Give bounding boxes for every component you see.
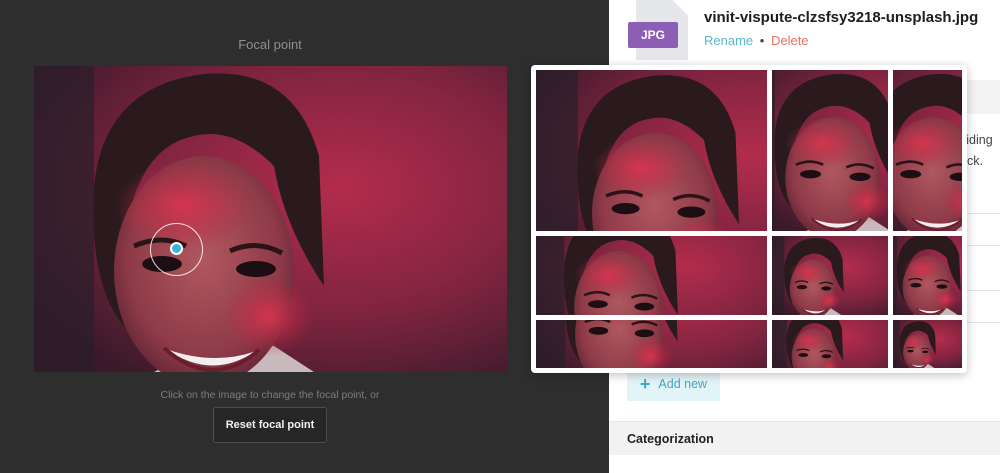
reset-focal-point-button[interactable]: Reset focal point [213,407,327,443]
crop-preview-tile [893,320,962,368]
portrait-image [34,66,507,372]
crop-preview-tile [536,70,767,231]
crop-preview-image [893,70,962,231]
crop-preview-image [536,320,767,368]
crop-preview-tile [893,70,962,231]
focal-point-panel: Focal point Click on the image to change… [0,0,609,473]
file-actions: Rename • Delete [704,33,809,48]
focal-point-image[interactable] [34,66,507,372]
crop-preview-image [536,236,767,315]
add-new-label: Add new [658,377,708,391]
file-type-badge: JPG [628,22,678,48]
crop-preview-tile [536,236,767,315]
crop-preview-image [772,320,888,368]
crop-preview-image [536,70,767,231]
crop-preview-tile [772,70,888,231]
action-separator: • [759,33,765,48]
crop-preview-tile [893,236,962,315]
categorization-label: Categorization [627,432,714,446]
focal-point-title: Focal point [238,37,302,52]
crop-preview-tile [772,320,888,368]
crop-preview-image [893,236,962,315]
delete-link[interactable]: Delete [771,33,809,48]
crop-preview-image [772,236,888,315]
crop-preview-image [772,70,888,231]
file-jpg-icon: JPG [628,0,688,60]
crop-preview-tile [772,236,888,315]
rename-link[interactable]: Rename [704,33,753,48]
crop-preview-tile [536,320,767,368]
crop-preview-image [893,320,962,368]
file-name: vinit-vispute-clzsfsy3218-unsplash.jpg [704,9,979,26]
focal-point-hint: Click on the image to change the focal p… [160,389,380,401]
focal-point-marker[interactable] [170,242,183,255]
categorization-section-header[interactable]: Categorization [609,421,1000,455]
crop-preview-popover [531,65,967,373]
plus-icon: + [639,374,651,394]
